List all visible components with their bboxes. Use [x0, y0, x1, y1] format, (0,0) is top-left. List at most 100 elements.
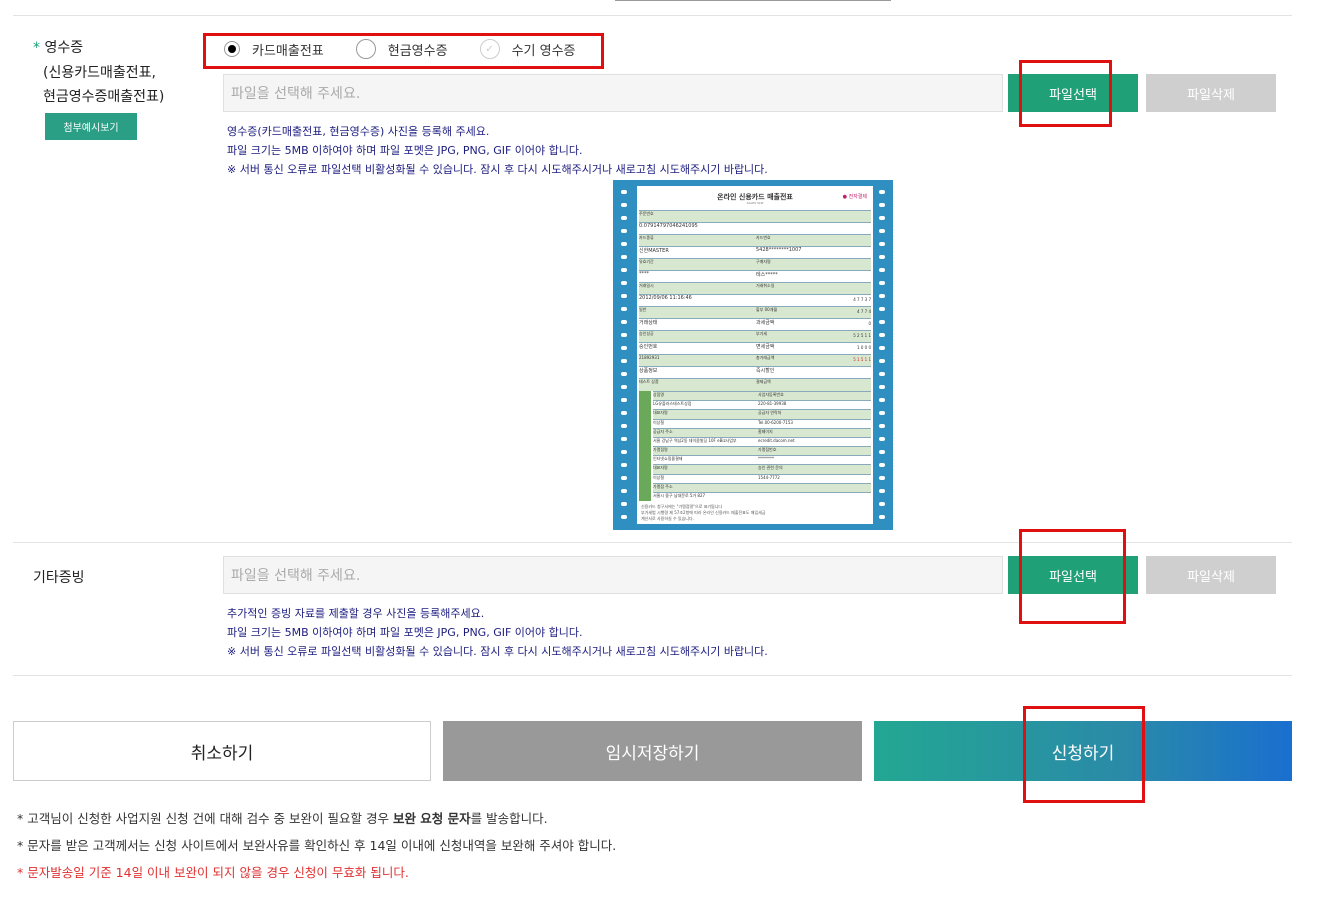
- receipt-hole: [621, 216, 627, 220]
- help-line: 파일 크기는 5MB 이하여야 하며 파일 포멧은 JPG, PNG, GIF …: [227, 626, 583, 639]
- note-invalidation-warning: * 문자발송일 기준 14일 이내 보완이 되지 않을 경우 신청이 무효화 됩…: [17, 865, 409, 880]
- receipt-paper: 온라인 신용카드 매출전표 SALES SLIP ● 전자결제 주문번호 0.07…: [637, 186, 873, 524]
- highlight-box-other-select: [1019, 529, 1126, 624]
- other-evidence-label: 기타증빙: [33, 570, 85, 586]
- receipt-hole: [879, 424, 885, 428]
- other-file-delete-button[interactable]: 파일삭제: [1146, 556, 1276, 594]
- other-help-text: 추가적인 증빙 자료를 제출할 경우 사진을 등록해주세요. 파일 크기는 5M…: [227, 604, 768, 661]
- receipt-hole: [879, 359, 885, 363]
- receipt-hole: [621, 489, 627, 493]
- radio-cash-receipt[interactable]: 현금영수증: [355, 39, 448, 59]
- receipt-hole: [621, 242, 627, 246]
- radio-disabled-check-icon: ✓: [479, 39, 500, 59]
- receipt-info-grid: 주문번호 0.07914797046241095 카드종류 카드번호 신한MASTER 5…: [639, 210, 871, 391]
- receipt-hole: [621, 424, 627, 428]
- receipt-seller-band: [639, 391, 651, 501]
- receipt-hole: [621, 463, 627, 467]
- top-divider: [615, 0, 891, 1]
- receipt-logo-text: 전자결제: [848, 194, 867, 200]
- section-divider: [13, 15, 1292, 16]
- receipt-hole: [621, 502, 627, 506]
- receipt-hole: [879, 255, 885, 259]
- highlight-box-apply: [1023, 706, 1145, 803]
- receipt-hole: [621, 437, 627, 441]
- note-supplement-request: * 고객님이 신청한 사업지원 신청 건에 대해 검수 중 보완이 필요할 경우…: [17, 806, 548, 832]
- help-line: ※ 서버 통신 오류로 파일선택 비활성화될 수 있습니다. 잠시 후 다시 시…: [227, 645, 768, 658]
- note-bold-text: 보완 요청 문자: [392, 811, 471, 826]
- sample-view-button[interactable]: 첨부예시보기: [45, 113, 137, 140]
- receipt-hole: [621, 450, 627, 454]
- receipt-hole: [879, 437, 885, 441]
- section-divider: [13, 675, 1292, 676]
- receipt-hole: [879, 346, 885, 350]
- receipt-file-input[interactable]: 파일을 선택해 주세요.: [223, 74, 1003, 112]
- receipt-hole: [621, 359, 627, 363]
- highlight-box-file-select: [1019, 60, 1112, 127]
- receipt-hole: [621, 385, 627, 389]
- receipt-hole: [879, 216, 885, 220]
- receipt-hole: [621, 255, 627, 259]
- receipt-label-sub2: 현금영수증매출전표): [43, 89, 165, 105]
- receipt-footer-line: 계산서로 사용하실 수 있습니다.: [641, 516, 694, 521]
- help-line: 추가적인 증빙 자료를 제출할 경우 사진을 등록해주세요.: [227, 607, 485, 620]
- receipt-help-text: 영수증(카드매출전표, 현금영수증) 사진을 등록해 주세요. 파일 크기는 5…: [227, 122, 768, 179]
- radio-card-slip-label: 카드매출전표: [252, 43, 324, 59]
- help-line: 영수증(카드매출전표, 현금영수증) 사진을 등록해 주세요.: [227, 125, 490, 138]
- receipt-hole: [621, 398, 627, 402]
- receipt-hole: [621, 320, 627, 324]
- receipt-label-text: 영수증: [44, 40, 84, 56]
- note-supplement-deadline: * 문자를 받은 고객께서는 신청 사이트에서 보완사유를 확인하신 후 14일…: [17, 838, 617, 853]
- receipt-cell: 결제금액: [756, 379, 771, 384]
- receipt-subtitle: SALES SLIP: [746, 201, 764, 205]
- receipt-amount-column: 4 7 7 3 7 4 7 7 4 0 5 2 5 1 1 1 0 0 0 5 1 5 1…: [829, 294, 871, 366]
- help-line: 파일 크기는 5MB 이하여야 하며 파일 포멧은 JPG, PNG, GIF …: [227, 144, 583, 157]
- receipt-seller-row: 서울시 중구 남대문로 5가 827: [653, 491, 871, 502]
- receipt-hole: [621, 515, 627, 519]
- receipt-hole: [621, 229, 627, 233]
- receipt-row: 테스트 상품 결제금액: [639, 378, 871, 391]
- receipt-label: * 영수증: [33, 36, 83, 60]
- radio-manual-receipt[interactable]: ✓ 수기 영수증: [479, 39, 576, 59]
- receipt-hole: [879, 190, 885, 194]
- radio-cash-receipt-label: 현금영수증: [387, 43, 448, 59]
- receipt-hole: [879, 411, 885, 415]
- radio-card-slip[interactable]: 카드매출전표: [224, 40, 324, 59]
- receipt-hole: [879, 489, 885, 493]
- receipt-hole: [621, 346, 627, 350]
- receipt-hole: [621, 203, 627, 207]
- receipt-amount: 1 0 0 0: [857, 345, 871, 350]
- receipt-file-delete-button[interactable]: 파일삭제: [1146, 74, 1276, 112]
- receipt-hole: [621, 190, 627, 194]
- receipt-type-radio-group: 카드매출전표 현금영수증 ✓ 수기 영수증: [224, 39, 576, 59]
- receipt-hole: [879, 398, 885, 402]
- help-line: ※ 서버 통신 오류로 파일선택 비활성화될 수 있습니다. 잠시 후 다시 시…: [227, 163, 768, 176]
- receipt-hole: [621, 268, 627, 272]
- receipt-cell: 테스트 상품: [639, 379, 659, 384]
- required-mark: *: [33, 40, 40, 56]
- receipt-hole: [879, 294, 885, 298]
- cancel-button[interactable]: 취소하기: [13, 721, 431, 781]
- receipt-hole: [621, 307, 627, 311]
- receipt-hole: [621, 333, 627, 337]
- receipt-hole: [879, 320, 885, 324]
- receipt-hole: [879, 476, 885, 480]
- note-text: 를 발송합니다.: [470, 811, 548, 826]
- receipt-footer: 신용카드 청구서에는 "가맹점명"으로 표기됩니다 부가세법 시행령 제 57조…: [641, 504, 869, 522]
- receipt-amount: 5 1 5 1 1: [853, 357, 871, 362]
- receipt-hole: [879, 229, 885, 233]
- receipt-amount: 4 7 7 3 7: [853, 297, 871, 302]
- receipt-hole: [879, 385, 885, 389]
- receipt-amount: 4 7 7 4: [857, 309, 871, 314]
- receipt-hole: [879, 242, 885, 246]
- receipt-cell: 서울시 중구 남대문로 5가 827: [653, 492, 706, 498]
- receipt-amount: 5 2 5 1 1: [853, 333, 871, 338]
- temp-save-button[interactable]: 임시저장하기: [443, 721, 862, 781]
- receipt-hole: [879, 450, 885, 454]
- receipt-sample-image: 온라인 신용카드 매출전표 SALES SLIP ● 전자결제 주문번호 0.07…: [613, 180, 893, 530]
- receipt-hole: [879, 333, 885, 337]
- receipt-hole: [879, 281, 885, 285]
- receipt-hole: [879, 268, 885, 272]
- other-file-input[interactable]: 파일을 선택해 주세요.: [223, 556, 1003, 594]
- receipt-hole: [621, 294, 627, 298]
- radio-unselected-icon: [355, 39, 376, 59]
